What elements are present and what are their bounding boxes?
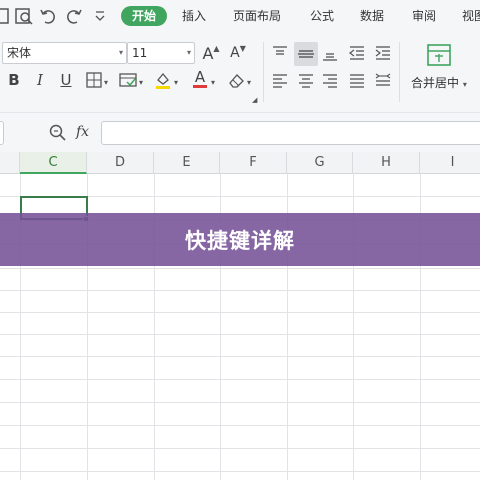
merge-center-icon[interactable] [426, 42, 452, 68]
font-name-value: 宋体 [7, 46, 32, 60]
formula-input[interactable] [101, 121, 480, 145]
chevron-down-icon: ▾ [118, 48, 123, 57]
toolbar-icon[interactable] [0, 6, 12, 26]
tab-home[interactable]: 开始 [121, 6, 168, 26]
tab-formulas[interactable]: 公式 [310, 0, 334, 32]
underline-label: U [60, 71, 72, 89]
title-banner: 快捷键详解 [0, 213, 480, 266]
justify-icon[interactable] [347, 70, 367, 90]
font-color-button[interactable]: A [190, 68, 210, 88]
font-size-value: 11 [132, 46, 148, 60]
chevron-down-icon: ▾ [186, 48, 191, 57]
ribbon: 宋体 ▾ 11 ▾ A ▲ A ▼ B I U ▾ ▾ ▾ A ▾ ▾ ◢ 合并… [0, 32, 480, 112]
increase-indent-icon[interactable] [373, 43, 393, 63]
tab-review[interactable]: 审阅 [412, 0, 436, 32]
font-name-select[interactable]: 宋体 ▾ [2, 42, 127, 64]
bold-label: B [8, 71, 20, 89]
divider [263, 42, 264, 102]
chevron-down-icon: ▾ [462, 80, 467, 89]
chevron-down-icon[interactable]: ▾ [104, 78, 108, 87]
fill-color-icon[interactable] [153, 70, 173, 90]
menu-bar: 开始 插入 页面布局 公式 数据 审阅 视图 [0, 0, 480, 32]
fx-icon[interactable]: fx [76, 124, 89, 140]
banner-title: 快捷键详解 [185, 228, 295, 253]
tab-view[interactable]: 视图 [462, 0, 480, 32]
font-color-swatch [193, 84, 207, 88]
distributed-align-icon[interactable] [373, 70, 393, 90]
cell-style-icon[interactable] [118, 70, 138, 90]
align-center-icon[interactable] [296, 70, 316, 90]
decrease-indent-icon[interactable] [347, 43, 367, 63]
increase-font-label: A [202, 43, 214, 63]
column-header-c[interactable]: C [20, 152, 87, 174]
increase-font-button[interactable]: A ▲ [201, 43, 221, 63]
tab-insert[interactable]: 插入 [182, 0, 206, 32]
dialog-launcher-icon[interactable]: ◢ [252, 96, 257, 104]
column-header-g[interactable]: G [287, 152, 353, 174]
decrease-font-button[interactable]: A ▼ [228, 43, 248, 63]
column-header-h[interactable]: H [353, 152, 420, 174]
column-headers: C D E F G H I [0, 152, 480, 174]
align-right-icon[interactable] [320, 70, 340, 90]
undo-icon[interactable] [38, 6, 58, 26]
find-in-doc-icon[interactable] [14, 6, 34, 26]
column-header-f[interactable]: F [220, 152, 287, 174]
decrease-font-label: A [230, 45, 240, 61]
arrow-up-icon: ▲ [213, 43, 220, 53]
tab-page-layout[interactable]: 页面布局 [233, 0, 281, 32]
more-dropdown-icon[interactable] [90, 6, 110, 26]
eraser-icon[interactable] [226, 70, 246, 90]
column-header-i[interactable]: I [420, 152, 480, 174]
formula-bar: fx [0, 112, 480, 152]
redo-icon[interactable] [64, 6, 84, 26]
tab-data[interactable]: 数据 [360, 0, 384, 32]
font-color-label: A [194, 67, 206, 86]
arrow-down-icon: ▼ [239, 43, 246, 53]
italic-label: I [37, 71, 43, 89]
chevron-down-icon[interactable]: ▾ [139, 78, 143, 87]
align-middle-icon[interactable] [294, 42, 318, 66]
italic-button[interactable]: I [30, 70, 50, 90]
name-box[interactable] [0, 121, 4, 145]
align-top-icon[interactable] [270, 43, 290, 63]
chevron-down-icon[interactable]: ▾ [174, 78, 178, 87]
column-header-e[interactable]: E [154, 152, 220, 174]
underline-button[interactable]: U [56, 70, 76, 90]
bold-button[interactable]: B [4, 70, 24, 90]
chevron-down-icon[interactable]: ▾ [247, 78, 251, 87]
zoom-search-icon[interactable] [48, 123, 68, 143]
chevron-down-icon[interactable]: ▾ [211, 78, 215, 87]
borders-icon[interactable] [84, 70, 104, 90]
column-header-edge[interactable] [0, 152, 20, 174]
column-header-d[interactable]: D [87, 152, 154, 174]
font-size-select[interactable]: 11 ▾ [127, 42, 195, 64]
align-left-icon[interactable] [270, 70, 290, 90]
align-bottom-icon[interactable] [320, 43, 340, 63]
merge-center-button[interactable]: 合并居中 ▾ [411, 74, 467, 91]
merge-center-label: 合并居中 [411, 76, 460, 90]
divider [399, 42, 400, 102]
